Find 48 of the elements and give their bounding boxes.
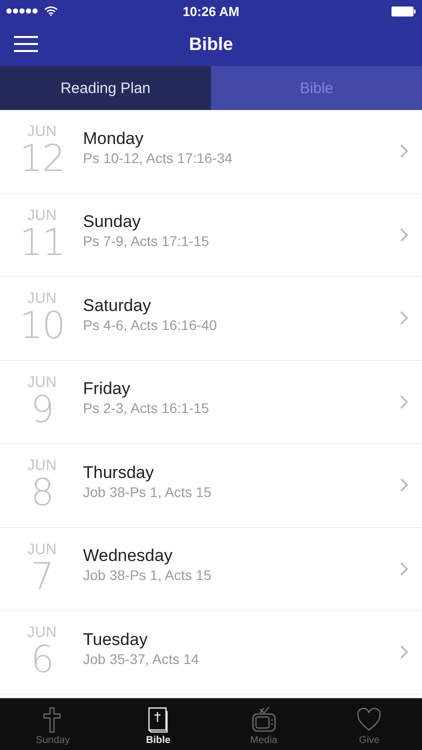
chevron-icon <box>400 478 408 492</box>
chevron-icon <box>400 562 408 576</box>
battery-icon <box>390 6 416 16</box>
wifi-icon <box>44 6 58 16</box>
chevron-icon <box>400 645 408 660</box>
tab-bar-item[interactable]: Give <box>316 699 422 750</box>
signal-icon <box>6 8 38 14</box>
weekday-label: Friday <box>83 379 132 400</box>
passages-label: Job 35-37, Acts 14 <box>83 650 200 667</box>
date-day: 6 <box>30 641 54 680</box>
passages-label: Job 38-Ps 1, Acts 15 <box>83 484 212 500</box>
status-time: 10:26 AM <box>182 4 240 18</box>
date-day: 11 <box>19 224 65 262</box>
passages-label: Ps 7-9, Acts 17:1-15 <box>83 233 210 250</box>
passages-label: Job 38-Ps 1, Acts 15 <box>83 567 212 584</box>
passages-label: Ps 10-12, Acts 17:16-34 <box>83 150 234 166</box>
chevron-icon <box>400 228 408 242</box>
date-day: 10 <box>19 307 65 346</box>
chevron-icon <box>400 394 408 409</box>
date-month: JUN <box>27 458 57 474</box>
heart-icon <box>356 706 382 733</box>
menu-icon <box>14 36 38 52</box>
date-month: JUN <box>27 374 57 391</box>
chevron-icon <box>400 144 408 158</box>
date-day: 9 <box>30 390 54 429</box>
weekday-label: Sunday <box>83 212 142 232</box>
passages-label: Ps 2-3, Acts 16:1-15 <box>83 400 210 416</box>
date-day: 12 <box>19 140 65 178</box>
weekday-label: Monday <box>83 128 144 149</box>
weekday-label: Tuesday <box>83 630 149 650</box>
television-icon <box>250 706 277 733</box>
segment-tab[interactable]: Reading Plan <box>0 66 211 110</box>
date-day: 8 <box>30 474 54 512</box>
chevron-icon <box>400 311 408 326</box>
tab-bar-item[interactable]: Sunday <box>0 699 106 750</box>
passages-label: Ps 4-6, Acts 16:16-40 <box>83 316 218 333</box>
date-day: 7 <box>30 558 54 596</box>
nav-title: Bible <box>188 34 233 54</box>
date-month: JUN <box>27 625 57 642</box>
weekday-label: Wednesday <box>83 546 174 566</box>
tab-bar-item[interactable]: Media <box>211 699 316 750</box>
date-month: JUN <box>27 542 57 558</box>
weekday-label: Thursday <box>83 462 155 483</box>
tab-bar-item[interactable]: Bible <box>106 699 211 750</box>
date-month: JUN <box>27 124 57 140</box>
date-month: JUN <box>27 208 57 224</box>
weekday-label: Saturday <box>83 296 152 316</box>
date-month: JUN <box>27 291 57 308</box>
